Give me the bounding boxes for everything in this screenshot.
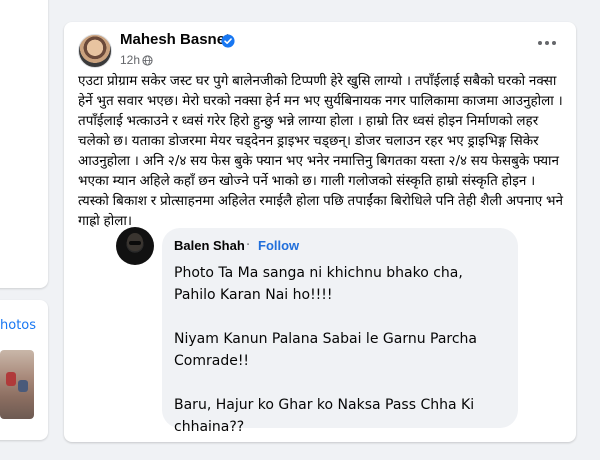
verified-badge-icon xyxy=(221,34,235,48)
commenter-avatar[interactable] xyxy=(116,227,154,265)
post-paragraph: एउटा प्रोग्राम सकेर जस्ट घर पुगे बालेनजी… xyxy=(78,73,564,229)
comment-line: Niyam Kanun Palana Sabai le Garnu Parcha… xyxy=(174,331,478,369)
comment-separator: · xyxy=(246,238,251,253)
author-avatar[interactable] xyxy=(78,34,112,68)
globe-icon[interactable] xyxy=(142,55,153,66)
comment-bubble: Balen Shah · Follow Photo Ta Ma sanga ni… xyxy=(162,228,518,435)
author-name[interactable]: Mahesh Basnet xyxy=(120,31,230,48)
more-horizontal-icon[interactable] xyxy=(536,36,558,50)
photos-link[interactable]: hotos xyxy=(0,318,36,333)
post-body: एउटा प्रोग्राम सकेर जस्ट घर पुगे बालेनजी… xyxy=(78,71,566,231)
comment-line: Photo Ta Ma sanga ni khichnu bhako cha, … xyxy=(174,265,463,303)
photo-thumbnail[interactable] xyxy=(0,350,34,419)
comment-line: Baru, Hajur ko Ghar ko Naksa Pass Chha K… xyxy=(174,397,475,435)
left-sidebar-card xyxy=(0,0,48,288)
follow-button[interactable]: Follow xyxy=(258,238,299,253)
comment-body: Photo Ta Ma sanga ni khichnu bhako cha, … xyxy=(174,262,504,460)
comment-author-name[interactable]: Balen Shah xyxy=(174,238,245,253)
